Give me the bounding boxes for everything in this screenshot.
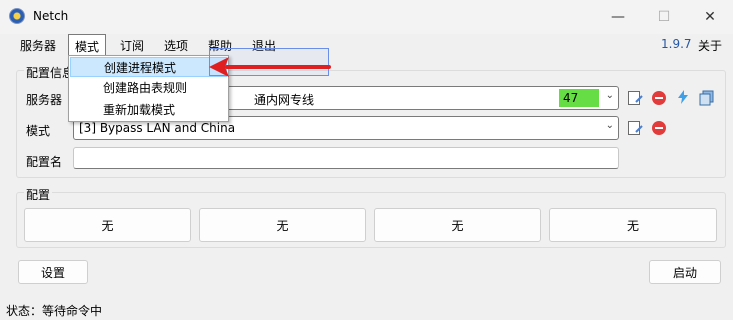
menu-reload-modes[interactable]: 重新加载模式 [70,100,227,120]
copy-icon[interactable] [699,90,715,106]
chevron-down-icon: ⌄ [605,90,614,101]
profile-name-input[interactable] [73,147,619,169]
annotation-arrow-icon [209,57,331,77]
window-title: Netch [33,9,69,23]
mode-label: 模式 [26,124,51,138]
profile-button-2[interactable]: 无 [199,208,366,242]
mode-value: [3] Bypass LAN and China [79,121,236,135]
remove-icon[interactable] [651,90,667,106]
minimize-button[interactable]: — [595,0,641,34]
menu-servers[interactable]: 服务器 [18,37,58,54]
menu-bar [0,34,733,56]
start-button[interactable]: 启动 [649,260,721,284]
server-label: 服务器 [26,93,63,107]
menu-about[interactable]: 关于 [698,37,722,54]
settings-button[interactable]: 设置 [18,260,88,284]
speed-test-icon[interactable] [675,89,691,105]
profiles-label: 配置 [24,186,53,203]
version-label[interactable]: 1.9.7 [661,37,692,51]
profile-button-3[interactable]: 无 [374,208,541,242]
menu-options[interactable]: 选项 [162,37,190,54]
menu-create-process-mode[interactable]: 创建进程模式 [70,57,227,77]
edit-icon[interactable] [627,90,643,106]
status-text: 状态：等待命令中 [6,304,103,318]
latency-badge: 47 [559,89,599,107]
server-value: 通内网专线 [254,93,315,107]
remove-icon[interactable] [651,120,667,136]
chevron-down-icon: ⌄ [605,120,614,131]
profile-name-label: 配置名 [26,155,63,169]
maximize-button[interactable]: ☐ [641,0,687,34]
profile-button-4[interactable]: 无 [549,208,717,242]
profile-button-1[interactable]: 无 [24,208,191,242]
title-bar: Netch — ☐ ✕ [0,0,733,34]
menu-create-route-table-rule[interactable]: 创建路由表规则 [70,78,227,98]
menu-mode[interactable]: 模式 [68,34,107,56]
netch-app-icon [9,8,25,24]
edit-icon[interactable] [627,120,643,136]
close-button[interactable]: ✕ [687,0,733,34]
menu-subscription[interactable]: 订阅 [118,37,146,54]
